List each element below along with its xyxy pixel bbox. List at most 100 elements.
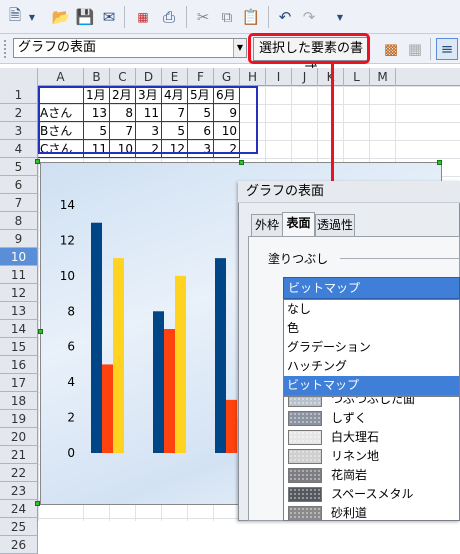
row-header-24[interactable]: 24 [0,500,38,518]
resize-handle[interactable] [239,160,244,165]
row-header-13[interactable]: 13 [0,302,38,320]
bar-series-1-1[interactable] [91,222,102,453]
bitmap-item[interactable]: 砂利道 [288,504,459,520]
export-pdf-icon[interactable]: ▦ [132,6,154,28]
column-header-a[interactable]: A [38,68,84,86]
bitmap-label: スペースメタル [331,487,414,501]
row-header-8[interactable]: 8 [0,212,38,230]
bar-series-3-2[interactable] [175,275,186,453]
column-header-h[interactable]: H [240,68,266,86]
chart-element-combo[interactable]: グラフの表面 [13,38,247,58]
bar-series-1-3[interactable] [215,258,226,453]
chart-type-icon[interactable]: ▩ [380,38,402,60]
row-header-19[interactable]: 19 [0,410,38,428]
redo-icon[interactable]: ↷ [298,6,320,28]
resize-handle[interactable] [38,329,43,334]
toolbar-overflow-icon[interactable]: ▼ [334,6,346,28]
bitmap-item[interactable]: スペースメタル [288,485,459,504]
column-header-i[interactable]: I [266,68,292,86]
save-icon[interactable]: 💾 [74,6,96,28]
red-highlight-box [248,33,370,64]
row-header-10[interactable]: 10 [0,248,38,266]
resize-handle[interactable] [437,160,442,165]
bitmap-item[interactable]: しずく [288,409,459,428]
tab-transparency[interactable]: 透過性 [315,214,355,236]
fill-group-divider [340,258,460,259]
bitmap-label: 花崗岩 [331,468,368,482]
bar-series-3-1[interactable] [113,258,124,453]
horizontal-grids-icon[interactable]: ≡ [436,38,458,60]
bar-series-2-2[interactable] [164,329,175,453]
column-header-c[interactable]: C [110,68,136,86]
mail-document-icon[interactable]: ✉ [98,6,120,28]
row-header-20[interactable]: 20 [0,428,38,446]
bitmap-item[interactable]: リネン地 [288,447,459,466]
fill-option[interactable]: グラデーション [284,338,459,357]
tab-area[interactable]: 表面 [282,212,315,236]
resize-handle[interactable] [35,159,40,164]
row-header-5[interactable]: 5 [0,158,38,176]
column-header-g[interactable]: G [214,68,240,86]
print-icon[interactable]: ⎙ [158,6,180,28]
paste-icon[interactable]: 📋 [240,6,262,28]
toolbar-grip[interactable] [4,40,8,58]
row-header-11[interactable]: 11 [0,266,38,284]
row-header-12[interactable]: 12 [0,284,38,302]
fill-option[interactable]: ビットマップ [284,376,459,395]
column-header-m[interactable]: M [370,68,396,86]
toolbar-separator [268,6,269,28]
fill-option[interactable]: 色 [284,319,459,338]
row-header-1[interactable]: 1 [0,86,38,104]
dialog-title[interactable]: グラフの表面 [238,181,460,203]
copy-icon[interactable]: ⧉ [216,6,238,28]
fill-option[interactable]: ハッチング [284,357,459,376]
bitmap-swatch [288,468,322,483]
bar-series-2-3[interactable] [226,399,237,453]
bitmap-item[interactable]: つぶつぶした面 [288,397,459,409]
bitmap-swatch [288,430,322,445]
row-header-22[interactable]: 22 [0,464,38,482]
column-header-l[interactable]: L [344,68,370,86]
bitmap-item[interactable]: 白大理石 [288,428,459,447]
select-all-corner[interactable] [0,68,38,86]
row-header-6[interactable]: 6 [0,176,38,194]
bar-series-2-1[interactable] [102,364,113,453]
row-header-26[interactable]: 26 [0,536,38,554]
bitmap-label: 砂利道 [331,506,368,520]
cut-icon[interactable]: ✂ [192,6,214,28]
new-document-icon[interactable]: 🗎 [4,6,26,28]
bitmap-item[interactable]: 花崗岩 [288,466,459,485]
chevron-down-icon[interactable]: ▼ [233,39,246,57]
toolbar-separator [186,6,187,28]
row-header-14[interactable]: 14 [0,320,38,338]
bitmap-list[interactable]: つぶつぶした面しずく白大理石 リネン地花崗岩スペースメタル 砂利道 [283,396,460,521]
row-header-7[interactable]: 7 [0,194,38,212]
bar-series-1-2[interactable] [153,311,164,453]
column-header-j[interactable]: J [292,68,318,86]
column-header-d[interactable]: D [136,68,162,86]
row-header-16[interactable]: 16 [0,356,38,374]
row-header-18[interactable]: 18 [0,392,38,410]
column-header-b[interactable]: B [84,68,110,86]
tab-borders[interactable]: 外枠 [251,214,283,236]
row-header-23[interactable]: 23 [0,482,38,500]
fill-type-select[interactable]: ビットマップ [283,277,460,299]
y-tick-label: 0 [67,446,75,457]
y-tick-label: 12 [60,233,75,247]
row-header-9[interactable]: 9 [0,230,38,248]
fill-option[interactable]: なし [284,300,459,319]
row-header-3[interactable]: 3 [0,122,38,140]
row-header-15[interactable]: 15 [0,338,38,356]
new-dropdown-arrow-icon[interactable]: ▼ [26,6,38,28]
column-header-f[interactable]: F [188,68,214,86]
undo-icon[interactable]: ↶ [274,6,296,28]
row-header-17[interactable]: 17 [0,374,38,392]
row-header-4[interactable]: 4 [0,140,38,158]
open-folder-icon[interactable]: 📂 [50,6,72,28]
bitmap-label: しずく [331,411,367,425]
row-header-21[interactable]: 21 [0,446,38,464]
column-header-e[interactable]: E [162,68,188,86]
resize-handle[interactable] [35,501,40,506]
row-header-2[interactable]: 2 [0,104,38,122]
chart-data-table-icon[interactable]: ▦ [404,38,426,60]
